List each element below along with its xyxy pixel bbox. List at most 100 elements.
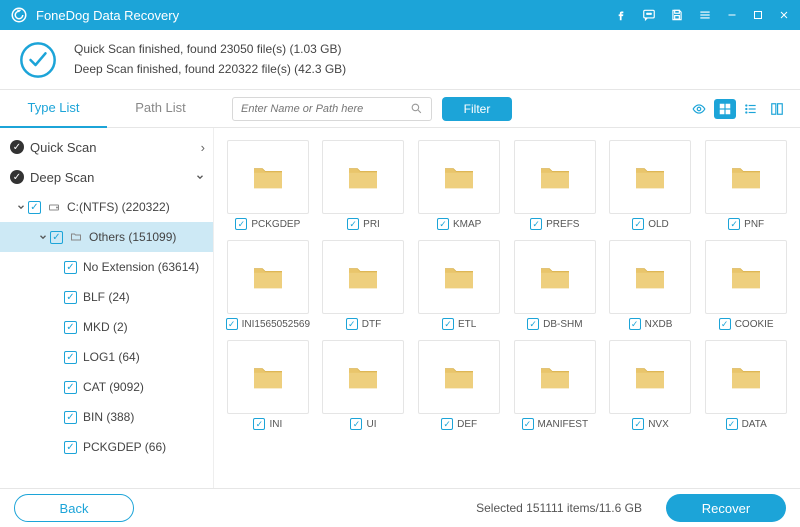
search-icon[interactable] [410,102,423,115]
sidebar-label: Others (151099) [89,230,205,244]
tab-type-list[interactable]: Type List [0,90,107,128]
checkbox[interactable]: ✓ [629,318,641,330]
grid-item[interactable]: ✓DB-SHM [511,240,599,330]
grid-item[interactable]: ✓ DEF [415,340,503,430]
grid-item[interactable]: ✓KMAP [415,140,503,230]
facebook-icon[interactable] [614,8,628,22]
sidebar-others[interactable]: ✓ Others (151099) [0,222,213,252]
item-caption: UI [366,419,376,430]
tab-path-list[interactable]: Path List [107,90,214,128]
folder-icon [346,163,380,191]
checkbox[interactable]: ✓ [527,318,539,330]
drive-icon [47,201,61,213]
sidebar-label: Quick Scan [30,140,201,155]
checkbox[interactable]: ✓ [64,411,77,424]
checkbox[interactable]: ✓ [64,321,77,334]
checkbox[interactable]: ✓ [632,418,644,430]
checkbox[interactable]: ✓ [235,218,247,230]
feedback-icon[interactable] [642,8,656,22]
maximize-icon[interactable] [752,8,764,22]
sidebar-item[interactable]: ✓No Extension (63614) [0,252,213,282]
list-tabs: Type List Path List [0,90,214,128]
checkbox[interactable]: ✓ [64,441,77,454]
grid-item[interactable]: ✓INI1565052569 [224,240,312,330]
checkbox[interactable]: ✓ [347,218,359,230]
folder-icon [346,263,380,291]
folder-icon [442,263,476,291]
preview-toggle-icon[interactable] [688,99,710,119]
checkbox[interactable]: ✓ [719,318,731,330]
item-caption: MANIFEST [538,419,589,430]
checkbox[interactable]: ✓ [726,418,738,430]
grid-item[interactable]: ✓NXDB [607,240,695,330]
grid-item[interactable]: ✓ UI [320,340,408,430]
checkbox[interactable]: ✓ [530,218,542,230]
sidebar-item[interactable]: ✓ PCKGDEP (66) [0,432,213,462]
grid-item[interactable]: ✓PREFS [511,140,599,230]
app-title: FoneDog Data Recovery [36,8,614,23]
checkbox[interactable]: ✓ [350,418,362,430]
item-caption: INI [269,419,282,430]
checkbox[interactable]: ✓ [64,291,77,304]
grid-item[interactable]: ✓PCKGDEP [224,140,312,230]
sidebar-item[interactable]: ✓CAT (9092) [0,372,213,402]
checkbox[interactable]: ✓ [64,381,77,394]
checkbox[interactable]: ✓ [226,318,238,330]
menu-icon[interactable] [698,8,712,22]
close-icon[interactable] [778,8,790,22]
detail-view-icon[interactable] [766,99,788,119]
grid-item[interactable]: ✓ETL [415,240,503,330]
sidebar-item[interactable]: ✓BLF (24) [0,282,213,312]
folder-icon [633,263,667,291]
checkbox[interactable]: ✓ [522,418,534,430]
search-input[interactable] [241,103,410,115]
bullet-check-icon: ✓ [10,140,24,154]
chevron-down-icon [36,232,50,242]
recover-button[interactable]: Recover [666,494,786,522]
grid-view-icon[interactable] [714,99,736,119]
checkbox[interactable]: ✓ [346,318,358,330]
grid-item[interactable]: ✓PRI [320,140,408,230]
back-button[interactable]: Back [14,494,134,522]
item-caption: PNF [744,219,764,230]
list-view-icon[interactable] [740,99,762,119]
grid-item[interactable]: ✓OLD [607,140,695,230]
quick-scan-status: Quick Scan finished, found 23050 file(s)… [74,40,346,59]
filter-button[interactable]: Filter [442,97,512,121]
search-box[interactable] [232,97,432,121]
sidebar-quick-scan[interactable]: ✓ Quick Scan › [0,132,213,162]
grid-item[interactable]: ✓ PNF [702,140,790,230]
item-caption: DEF [457,419,477,430]
checkbox[interactable]: ✓ [728,218,740,230]
checkbox[interactable]: ✓ [64,351,77,364]
folder-icon [251,263,285,291]
sidebar-drive[interactable]: ✓ C:(NTFS) (220322) [0,192,213,222]
sidebar-item[interactable]: ✓BIN (388) [0,402,213,432]
checkbox[interactable]: ✓ [28,201,41,214]
folder-thumbnail [514,240,596,314]
grid-item[interactable]: ✓ MANIFEST [511,340,599,430]
sidebar-label: C:(NTFS) (220322) [67,200,205,214]
chevron-down-icon [195,172,205,182]
sidebar-item[interactable]: ✓MKD (2) [0,312,213,342]
folder-thumbnail [609,240,691,314]
checkbox[interactable]: ✓ [441,418,453,430]
minimize-icon[interactable] [726,8,738,22]
grid-item[interactable]: ✓ INI [224,340,312,430]
folder-icon [633,363,667,391]
checkbox[interactable]: ✓ [50,231,63,244]
sidebar-item[interactable]: ✓LOG1 (64) [0,342,213,372]
grid-item[interactable]: ✓DATA [702,340,790,430]
folder-thumbnail [322,340,404,414]
sidebar-label: PCKGDEP (66) [83,440,205,454]
grid-item[interactable]: ✓DTF [320,240,408,330]
save-icon[interactable] [670,8,684,22]
checkbox[interactable]: ✓ [253,418,265,430]
checkbox[interactable]: ✓ [64,261,77,274]
sidebar-deep-scan[interactable]: ✓ Deep Scan [0,162,213,192]
checkbox[interactable]: ✓ [442,318,454,330]
grid-item[interactable]: ✓NVX [607,340,695,430]
checkbox[interactable]: ✓ [632,218,644,230]
grid-item[interactable]: ✓COOKIE [702,240,790,330]
checkbox[interactable]: ✓ [437,218,449,230]
